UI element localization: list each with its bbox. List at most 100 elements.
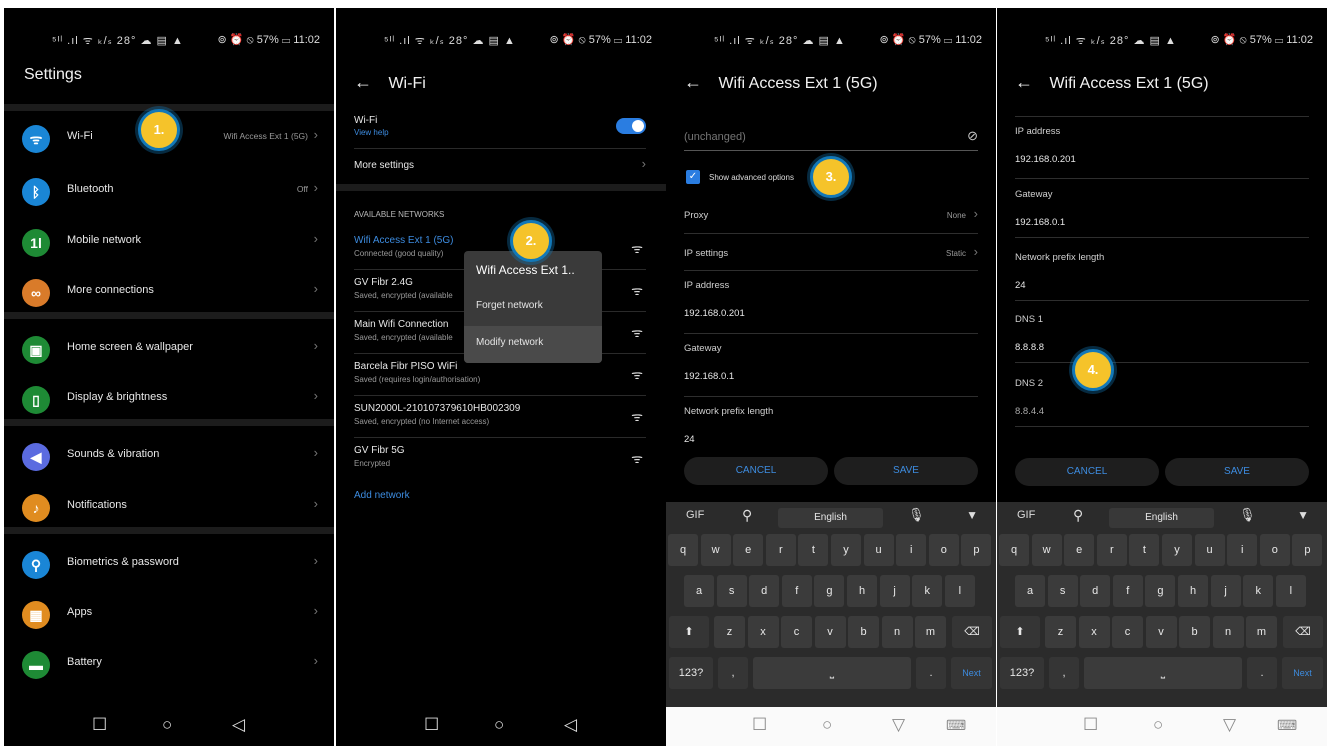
key-n[interactable]: n	[1212, 616, 1244, 648]
save-button[interactable]: SAVE	[1165, 458, 1309, 486]
key-h[interactable]: h	[1178, 575, 1208, 607]
key-k[interactable]: k	[1243, 575, 1274, 607]
space-key[interactable]: ⎵	[753, 657, 911, 689]
settings-item-notifications[interactable]: ♪ Notifications ›	[4, 482, 334, 532]
home-icon[interactable]: ○	[1153, 715, 1163, 735]
back-arrow-icon[interactable]: ←	[1015, 72, 1033, 92]
ip-address-field[interactable]: 192.168.0.201	[1015, 154, 1076, 165]
modify-network-item[interactable]: Modify network	[464, 326, 602, 363]
key-k[interactable]: k	[912, 575, 943, 607]
settings-item-mobile-network[interactable]: 1l Mobile network ›	[4, 217, 334, 267]
key-h[interactable]: h	[847, 575, 877, 607]
key-p[interactable]: p	[961, 534, 992, 566]
recents-icon[interactable]: ☐	[92, 715, 107, 735]
more-settings-item[interactable]: More settings	[354, 160, 414, 171]
gateway-field[interactable]: 192.168.0.1	[684, 371, 734, 382]
keyboard-switch-icon[interactable]: ⌨	[946, 717, 966, 734]
key-y[interactable]: y	[1162, 534, 1192, 566]
key-j[interactable]: j	[879, 575, 910, 607]
network-name[interactable]: GV Fibr 5G	[354, 445, 405, 456]
recents-icon[interactable]: ☐	[752, 715, 767, 735]
settings-item-more-connections[interactable]: ∞ More connections ›	[4, 267, 334, 317]
key-x[interactable]: x	[1078, 616, 1110, 648]
network-name[interactable]: GV Fibr 2.4G	[354, 277, 413, 288]
key-l[interactable]: l	[944, 575, 975, 607]
key-v[interactable]: v	[814, 616, 846, 648]
cancel-button[interactable]: CANCEL	[1015, 458, 1159, 486]
key-w[interactable]: w	[700, 534, 731, 566]
gif-icon[interactable]: GIF	[686, 509, 704, 521]
advanced-options-checkbox[interactable]: ✓	[686, 170, 700, 184]
key-b[interactable]: b	[1179, 616, 1210, 648]
numbers-key[interactable]: 123?	[669, 657, 713, 689]
shift-key-icon[interactable]: ⬆	[669, 616, 709, 648]
back-icon[interactable]: ◁	[232, 715, 245, 735]
key-b[interactable]: b	[848, 616, 879, 648]
key-z[interactable]: z	[714, 616, 745, 648]
key-c[interactable]: c	[781, 616, 812, 648]
key-m[interactable]: m	[1246, 616, 1277, 648]
ip-settings-label[interactable]: IP settings	[684, 248, 728, 259]
period-key[interactable]: .	[916, 657, 946, 689]
settings-item-biometrics-password[interactable]: ⚲ Biometrics & password ›	[4, 539, 334, 589]
add-network-link[interactable]: Add network	[354, 490, 410, 501]
settings-item-display-brightness[interactable]: ▯ Display & brightness ›	[4, 374, 334, 424]
key-u[interactable]: u	[1194, 534, 1225, 566]
key-r[interactable]: r	[1096, 534, 1127, 566]
microphone-icon[interactable]: 🎙	[908, 507, 925, 523]
key-e[interactable]: e	[1064, 534, 1095, 566]
dns2-field[interactable]: 8.8.4.4	[1015, 406, 1044, 417]
key-u[interactable]: u	[863, 534, 894, 566]
key-q[interactable]: q	[668, 534, 698, 566]
settings-item-home-screen-wallpaper[interactable]: ▣ Home screen & wallpaper ›	[4, 324, 334, 374]
period-key[interactable]: .	[1247, 657, 1277, 689]
microphone-icon[interactable]: 🎙	[1239, 507, 1256, 523]
network-name[interactable]: SUN2000L-210107379610HB002309	[354, 403, 520, 414]
key-t[interactable]: t	[798, 534, 829, 566]
gif-icon[interactable]: GIF	[1017, 509, 1035, 521]
cancel-button[interactable]: CANCEL	[684, 457, 828, 485]
settings-item-battery[interactable]: ▬ Battery ›	[4, 639, 334, 689]
key-p[interactable]: p	[1292, 534, 1323, 566]
next-key[interactable]: Next	[951, 657, 992, 689]
back-icon[interactable]: ▽	[892, 715, 905, 735]
chevron-down-icon[interactable]: ▼	[966, 508, 978, 522]
key-y[interactable]: y	[831, 534, 861, 566]
recents-icon[interactable]: ☐	[424, 715, 439, 735]
comma-key[interactable]: ,	[1049, 657, 1079, 689]
key-g[interactable]: g	[1145, 575, 1176, 607]
backspace-key-icon[interactable]: ⌫	[1283, 616, 1323, 648]
recents-icon[interactable]: ☐	[1083, 715, 1098, 735]
back-arrow-icon[interactable]: ←	[354, 72, 372, 92]
chevron-down-icon[interactable]: ▼	[1297, 508, 1309, 522]
key-f[interactable]: f	[781, 575, 812, 607]
shift-key-icon[interactable]: ⬆	[1000, 616, 1040, 648]
key-f[interactable]: f	[1112, 575, 1143, 607]
dns1-field[interactable]: 8.8.8.8	[1015, 342, 1044, 353]
key-n[interactable]: n	[881, 616, 913, 648]
key-d[interactable]: d	[749, 575, 780, 607]
key-s[interactable]: s	[716, 575, 747, 607]
key-t[interactable]: t	[1129, 534, 1160, 566]
wifi-toggle[interactable]	[616, 118, 646, 134]
network-name[interactable]: Barcela Fibr PISO WiFi	[354, 361, 457, 372]
gateway-field[interactable]: 192.168.0.1	[1015, 217, 1065, 228]
language-indicator[interactable]: English	[1109, 508, 1214, 528]
home-icon[interactable]: ○	[494, 715, 504, 735]
prefix-length-field[interactable]: 24	[1015, 280, 1026, 291]
password-input[interactable]	[684, 126, 944, 148]
key-o[interactable]: o	[1259, 534, 1290, 566]
settings-item-sounds-vibration[interactable]: ◀ Sounds & vibration ›	[4, 431, 334, 481]
backspace-key-icon[interactable]: ⌫	[952, 616, 992, 648]
key-x[interactable]: x	[747, 616, 779, 648]
key-l[interactable]: l	[1275, 575, 1306, 607]
key-r[interactable]: r	[765, 534, 796, 566]
key-m[interactable]: m	[915, 616, 946, 648]
space-key[interactable]: ⎵	[1084, 657, 1242, 689]
proxy-label[interactable]: Proxy	[684, 210, 708, 221]
ip-address-field[interactable]: 192.168.0.201	[684, 308, 745, 319]
key-s[interactable]: s	[1047, 575, 1078, 607]
key-q[interactable]: q	[999, 534, 1029, 566]
language-indicator[interactable]: English	[778, 508, 883, 528]
numbers-key[interactable]: 123?	[1000, 657, 1044, 689]
